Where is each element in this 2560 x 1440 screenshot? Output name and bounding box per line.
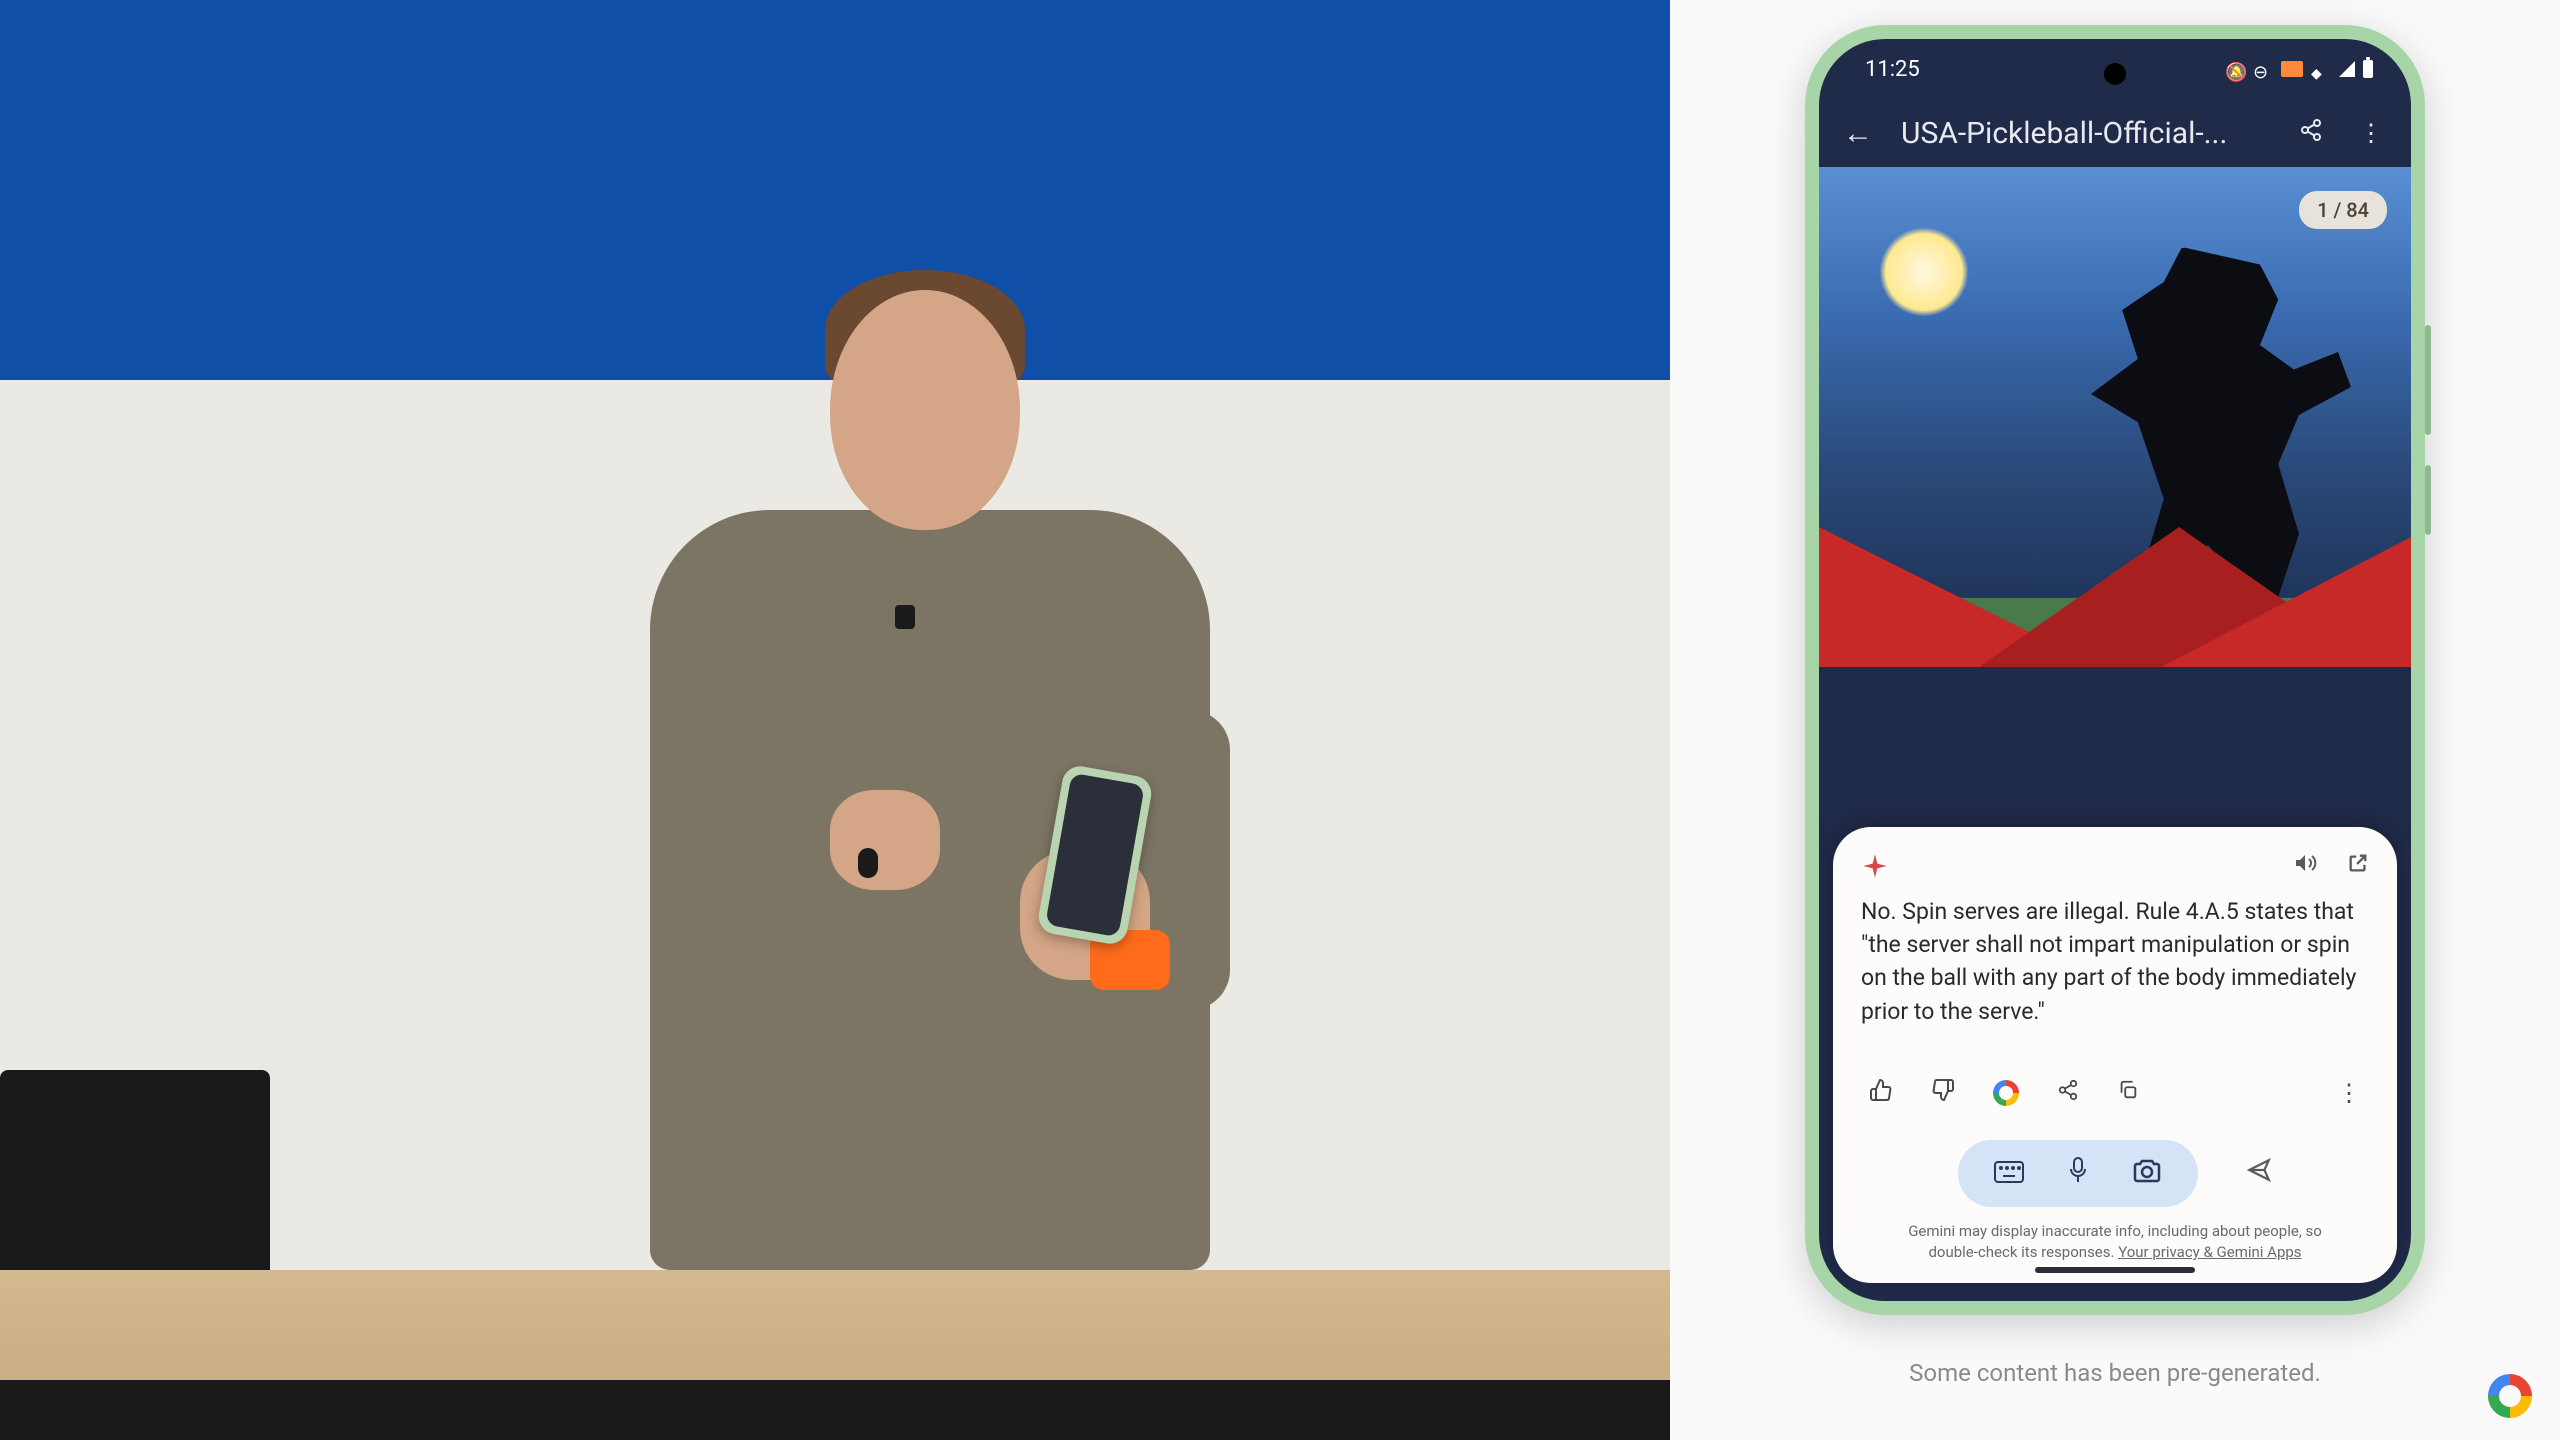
send-button[interactable] [2246, 1157, 2272, 1190]
status-icons [2225, 59, 2373, 79]
card-header [1861, 851, 2369, 881]
input-row [1861, 1132, 2369, 1221]
gemini-spark-icon [1861, 852, 1889, 880]
share-button[interactable] [2295, 118, 2327, 148]
dnd-icon [2253, 59, 2273, 79]
status-time: 11:25 [1865, 57, 1920, 82]
read-aloud-button[interactable] [2293, 851, 2317, 881]
presenter-figure [550, 230, 1190, 1270]
response-more-button[interactable]: ⋮ [2337, 1079, 2361, 1107]
phone-screen: 11:25 ← USA-Pickleball-Official-... ⋮ [1819, 39, 2411, 1301]
more-button[interactable]: ⋮ [2355, 119, 2387, 147]
silent-icon [2225, 59, 2245, 79]
document-cover-image[interactable]: 1 / 84 [1819, 167, 2411, 667]
nav-bar-handle[interactable] [2035, 1267, 2195, 1273]
desk-shadow [0, 1380, 1670, 1440]
app-header: ← USA-Pickleball-Official-... ⋮ [1819, 99, 2411, 167]
thumbs-down-button[interactable] [1931, 1078, 1955, 1108]
copy-button[interactable] [2117, 1079, 2139, 1107]
keyboard-button[interactable] [1994, 1157, 2024, 1190]
privacy-link[interactable]: Your privacy & Gemini Apps [2118, 1243, 2301, 1261]
back-button[interactable]: ← [1843, 116, 1873, 151]
network-icon [2311, 59, 2331, 79]
input-mode-pill [1958, 1140, 2198, 1207]
phone-mockup-panel: 11:25 ← USA-Pickleball-Official-... ⋮ [1670, 0, 2560, 1440]
open-external-button[interactable] [2347, 852, 2369, 880]
google-logo-icon [2488, 1374, 2532, 1418]
document-title: USA-Pickleball-Official-... [1901, 116, 2267, 151]
camera-button[interactable] [2132, 1157, 2162, 1190]
page-count-badge: 1 / 84 [2299, 191, 2387, 229]
disclaimer-text: Gemini may display inaccurate info, incl… [1861, 1221, 2369, 1263]
desk [0, 1270, 1670, 1380]
phone-device-frame: 11:25 ← USA-Pickleball-Official-... ⋮ [1805, 25, 2425, 1315]
feedback-row: ⋮ [1861, 1068, 2369, 1132]
pregenerated-caption: Some content has been pre-generated. [1909, 1359, 2321, 1387]
battery-icon [2363, 60, 2373, 78]
sun-graphic [1879, 227, 1969, 317]
signal-icon [2339, 61, 2355, 77]
mic-button[interactable] [2068, 1156, 2088, 1191]
red-triangle-graphic [1819, 527, 2411, 667]
thumbs-up-button[interactable] [1869, 1078, 1893, 1108]
gemini-response-card: No. Spin serves are illegal. Rule 4.A.5 … [1833, 827, 2397, 1283]
presenter-video-panel [0, 0, 1670, 1440]
lavalier-mic-icon [895, 605, 915, 629]
cast-icon [2281, 61, 2303, 77]
volume-button [2425, 325, 2431, 435]
laptop [0, 1070, 270, 1270]
google-search-button[interactable] [1993, 1080, 2019, 1106]
front-camera-icon [2104, 63, 2126, 85]
share-response-button[interactable] [2057, 1079, 2079, 1107]
gemini-response-text: No. Spin serves are illegal. Rule 4.A.5 … [1861, 895, 2369, 1028]
power-button [2425, 465, 2431, 535]
